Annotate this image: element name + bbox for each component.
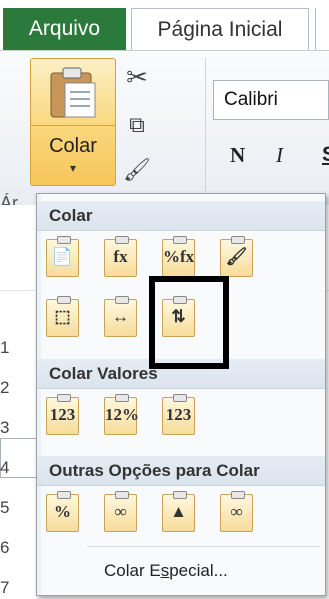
paste-special-text-pre: Colar E [104, 561, 161, 580]
menu-stripe [37, 194, 41, 595]
paste-link-icon[interactable]: ∞ [104, 491, 137, 532]
icon-glyph: 12% [105, 405, 139, 424]
row-header[interactable]: 1 [0, 338, 40, 358]
copy-icon[interactable]: ⧉ [120, 110, 154, 140]
paste-formulas-number-format-icon[interactable]: %fx [162, 236, 195, 277]
group-divider [205, 58, 206, 193]
clip-graphic [57, 236, 71, 244]
keep-column-widths-icon[interactable]: ↔ [104, 296, 137, 337]
clip-graphic [115, 236, 129, 244]
tab-edge [315, 8, 329, 50]
icon-glyph: 123 [165, 405, 192, 424]
tab-bar: Arquivo Página Inicial [0, 0, 329, 51]
paste-formulas-icon[interactable]: fx [104, 236, 137, 277]
icon-glyph: fx [113, 247, 128, 266]
picture-icon[interactable]: ▲ [162, 491, 195, 532]
italic-button[interactable]: I [276, 143, 283, 168]
icon-glyph: ↔ [112, 307, 129, 326]
clip-graphic [57, 394, 71, 402]
section-other-paste-options: Outras Opções para Colar [37, 456, 325, 486]
icon-glyph: ∞ [114, 502, 127, 521]
clip-graphic [173, 236, 187, 244]
ribbon: Arquivo Página Inicial Colar ▾ ✂ ⧉ 🖌 Cal… [0, 0, 329, 213]
clip-graphic [115, 296, 129, 304]
row-header[interactable]: 4 [0, 458, 40, 478]
values-number-format-icon[interactable]: 12% [104, 394, 139, 435]
clip-graphic [231, 491, 245, 499]
values-icon[interactable]: 123 [46, 394, 79, 435]
row-header[interactable]: 2 [0, 378, 40, 398]
paste-special-accel: s [160, 561, 170, 580]
no-borders-icon[interactable]: ⬚ [46, 296, 79, 337]
paste-button[interactable]: Colar ▾ [30, 58, 116, 186]
icon-glyph: ⬚ [54, 307, 71, 326]
paste-label: Colar [49, 135, 97, 157]
clip-graphic [57, 491, 71, 499]
linked-picture-icon[interactable]: ∞ [220, 491, 253, 532]
clip-graphic [57, 296, 71, 304]
format-painter-icon[interactable]: 🖌 [120, 155, 154, 185]
clip-graphic [231, 236, 245, 244]
icon-glyph: % [54, 502, 71, 521]
paste-special-item[interactable]: Colar Especial... [104, 561, 228, 581]
font-name-box[interactable]: Calibri [213, 80, 329, 120]
icon-glyph: 🖌 [225, 247, 248, 266]
paste-split-line [31, 125, 115, 126]
values-source-format-icon[interactable]: 123 [162, 394, 195, 435]
row-header[interactable]: 3 [0, 418, 40, 438]
clip-graphic [115, 491, 129, 499]
icon-glyph: ▲ [170, 502, 187, 521]
row-header[interactable]: 7 [0, 578, 40, 598]
chevron-down-icon[interactable]: ▾ [31, 161, 115, 175]
row-header[interactable]: 5 [0, 498, 40, 518]
icon-glyph: 📄 [51, 247, 74, 266]
highlight-box [149, 276, 229, 369]
menu-separator [87, 546, 319, 547]
clipboard-icon [50, 67, 96, 118]
clip-graphic [173, 491, 187, 499]
section-paste: Colar [37, 201, 325, 231]
tab-home[interactable]: Página Inicial [131, 8, 309, 50]
tab-file[interactable]: Arquivo [3, 8, 126, 50]
icon-glyph: 123 [49, 405, 76, 424]
cut-icon[interactable]: ✂ [120, 62, 154, 92]
paste-icon[interactable]: 📄 [46, 236, 79, 277]
keep-source-formatting-icon[interactable]: 🖌 [220, 236, 253, 277]
clip-graphic [173, 394, 187, 402]
formatting-icon[interactable]: % [46, 491, 79, 532]
bold-button[interactable]: N [230, 143, 245, 168]
clip-graphic [115, 394, 129, 402]
underline-button[interactable]: S [322, 143, 329, 167]
paste-special-text-post: pecial... [169, 561, 228, 580]
icon-glyph: ∞ [230, 502, 243, 521]
paste-menu: Colar 📄 fx %fx 🖌 ⬚ ↔ ⇅ Colar Valores 123 12% 123… [36, 193, 326, 596]
row-header[interactable]: 6 [0, 538, 40, 558]
icon-glyph: %fx [163, 247, 195, 266]
